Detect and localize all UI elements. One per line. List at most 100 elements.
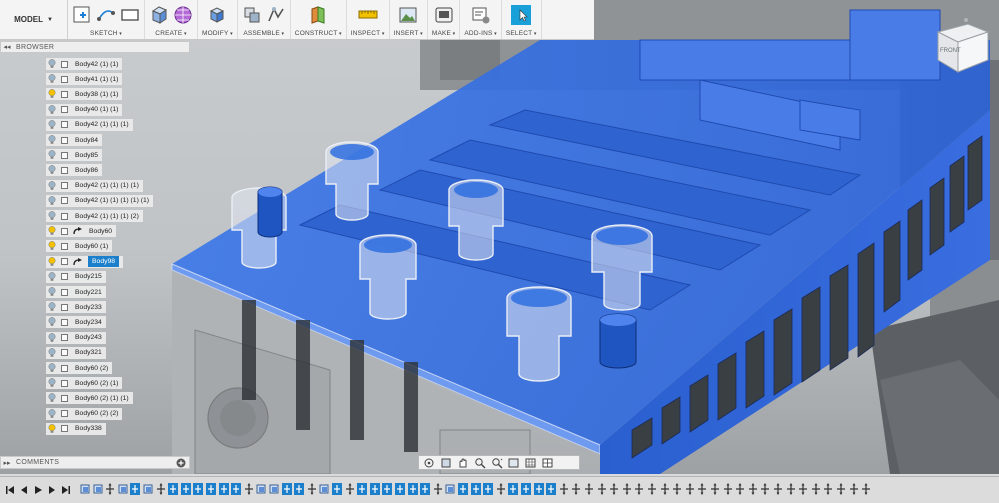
visibility-bulb-icon[interactable] xyxy=(46,408,58,420)
select-icon[interactable] xyxy=(511,4,532,25)
timeline-selected-feature-icon[interactable] xyxy=(407,483,418,495)
toolbar-group-create[interactable]: CREATE xyxy=(145,0,198,39)
timeline-move-feature-icon[interactable] xyxy=(710,483,720,495)
timeline-selected-feature-icon[interactable] xyxy=(546,483,557,495)
timeline-move-feature-icon[interactable] xyxy=(433,483,443,495)
toolbar-group-sketch[interactable]: SKETCH xyxy=(68,0,145,39)
fit-icon[interactable] xyxy=(490,457,504,469)
timeline-selected-feature-icon[interactable] xyxy=(369,483,380,495)
joint-icon[interactable] xyxy=(266,5,286,25)
toolbar-group-inspect[interactable]: INSPECT xyxy=(347,0,390,39)
browser-item[interactable]: Body42 (1) (1) (1) (2) xyxy=(46,210,143,222)
timeline-move-feature-icon[interactable] xyxy=(559,483,569,495)
expand-icon[interactable]: ▸▸ xyxy=(1,459,13,467)
timeline-move-feature-icon[interactable] xyxy=(861,483,871,495)
view-cube-icon[interactable]: FRONT xyxy=(930,14,992,78)
go-to-start-icon[interactable] xyxy=(4,484,16,496)
timeline-move-feature-icon[interactable] xyxy=(345,483,355,495)
browser-item[interactable]: Body234 xyxy=(46,316,106,329)
timeline-move-feature-icon[interactable] xyxy=(156,483,166,495)
timeline-move-feature-icon[interactable] xyxy=(836,483,846,495)
timeline-selected-feature-icon[interactable] xyxy=(357,483,368,495)
zoom-icon[interactable] xyxy=(473,457,487,469)
timeline-move-feature-icon[interactable] xyxy=(798,483,808,495)
new-component-icon[interactable] xyxy=(242,5,262,25)
step-forward-icon[interactable] xyxy=(46,484,58,496)
orbit-icon[interactable] xyxy=(422,457,436,469)
browser-item[interactable]: Body60 (2) xyxy=(46,362,113,374)
browser-item[interactable]: Body41 (1) (1) xyxy=(46,73,123,86)
visibility-bulb-icon[interactable] xyxy=(46,377,58,389)
timeline-selected-feature-icon[interactable] xyxy=(521,483,531,495)
visibility-bulb-icon[interactable] xyxy=(46,134,58,146)
timeline-move-feature-icon[interactable] xyxy=(849,483,859,495)
browser-item[interactable]: Body221 xyxy=(46,286,106,298)
visibility-bulb-icon[interactable] xyxy=(46,316,58,328)
timeline-selected-feature-icon[interactable] xyxy=(483,483,494,495)
timeline-selected-feature-icon[interactable] xyxy=(470,483,481,495)
step-back-icon[interactable] xyxy=(18,484,30,496)
scripts-icon[interactable] xyxy=(471,5,491,25)
grid-icon[interactable] xyxy=(524,457,538,469)
browser-panel-header[interactable]: ◂◂ BROWSER xyxy=(0,41,190,53)
timeline-move-feature-icon[interactable] xyxy=(634,483,644,495)
timeline-selected-feature-icon[interactable] xyxy=(294,483,305,495)
visibility-bulb-icon[interactable] xyxy=(46,240,58,252)
print-icon[interactable] xyxy=(434,5,454,25)
timeline-move-feature-icon[interactable] xyxy=(735,483,745,495)
toolbar-group-assemble[interactable]: ASSEMBLE xyxy=(238,0,291,39)
visibility-bulb-icon[interactable] xyxy=(46,119,58,131)
timeline-move-feature-icon[interactable] xyxy=(786,483,796,495)
timeline-move-feature-icon[interactable] xyxy=(622,483,632,495)
press-pull-icon[interactable] xyxy=(207,5,227,25)
browser-item[interactable]: Body60 xyxy=(46,225,117,238)
browser-item[interactable]: Body40 (1) (1) xyxy=(46,103,123,116)
play-icon[interactable] xyxy=(32,484,44,496)
visibility-bulb-icon[interactable] xyxy=(46,149,58,161)
visibility-bulb-icon[interactable] xyxy=(46,104,58,116)
look-at-icon[interactable] xyxy=(439,457,453,469)
timeline-selected-feature-icon[interactable] xyxy=(508,483,519,495)
browser-item[interactable]: Body60 (2) (1) xyxy=(46,377,123,390)
timeline-selected-feature-icon[interactable] xyxy=(395,483,405,495)
create-form-icon[interactable] xyxy=(173,5,193,25)
timeline-move-feature-icon[interactable] xyxy=(685,483,695,495)
timeline-body-feature-icon[interactable] xyxy=(269,483,279,495)
toolbar-group-select[interactable]: SELECT xyxy=(502,0,542,39)
timeline-features[interactable] xyxy=(80,483,999,497)
visibility-bulb-icon[interactable] xyxy=(46,180,58,192)
visibility-bulb-icon[interactable] xyxy=(46,332,58,344)
toolbar-group-construct[interactable]: CONSTRUCT xyxy=(291,0,347,39)
view-cube[interactable]: FRONT xyxy=(930,14,992,78)
sketch-create-icon[interactable] xyxy=(72,5,92,25)
timeline-selected-feature-icon[interactable] xyxy=(206,483,216,495)
timeline-selected-feature-icon[interactable] xyxy=(458,483,468,495)
browser-item[interactable]: Body42 (1) (1) (1) (1) (1) xyxy=(46,194,154,207)
browser-item[interactable]: Body42 (1) (1) (1) xyxy=(46,118,133,131)
timeline-body-feature-icon[interactable] xyxy=(143,483,153,495)
timeline-selected-feature-icon[interactable] xyxy=(533,483,544,495)
timeline-move-feature-icon[interactable] xyxy=(571,483,581,495)
browser-item[interactable]: Body321 xyxy=(46,346,106,359)
timeline-move-feature-icon[interactable] xyxy=(105,483,115,495)
offset-plane-icon[interactable] xyxy=(308,5,328,25)
timeline-move-feature-icon[interactable] xyxy=(811,483,821,495)
visibility-bulb-icon[interactable] xyxy=(46,256,58,268)
visibility-bulb-icon[interactable] xyxy=(46,271,58,283)
collapse-icon[interactable]: ◂◂ xyxy=(1,43,13,51)
browser-item[interactable]: Body60 (2) (2) xyxy=(46,407,123,420)
toolbar-group-addins[interactable]: ADD-INS xyxy=(460,0,502,39)
browser-item[interactable]: Body86 xyxy=(46,164,103,177)
browser-item[interactable]: Body243 xyxy=(46,331,106,344)
visibility-bulb-icon[interactable] xyxy=(46,164,58,176)
timeline-body-feature-icon[interactable] xyxy=(445,483,455,495)
timeline-move-feature-icon[interactable] xyxy=(748,483,758,495)
browser-item[interactable]: Body42 (1) (1) xyxy=(46,58,123,70)
workspace-dropdown[interactable]: MODEL ▼ xyxy=(0,0,68,39)
timeline-body-feature-icon[interactable] xyxy=(80,483,90,495)
browser-item[interactable]: Body215 xyxy=(46,270,106,283)
browser-item[interactable]: Body338 xyxy=(46,422,106,435)
visibility-bulb-icon[interactable] xyxy=(46,347,58,359)
insert-image-icon[interactable] xyxy=(398,5,418,25)
timeline-move-feature-icon[interactable] xyxy=(723,483,733,495)
